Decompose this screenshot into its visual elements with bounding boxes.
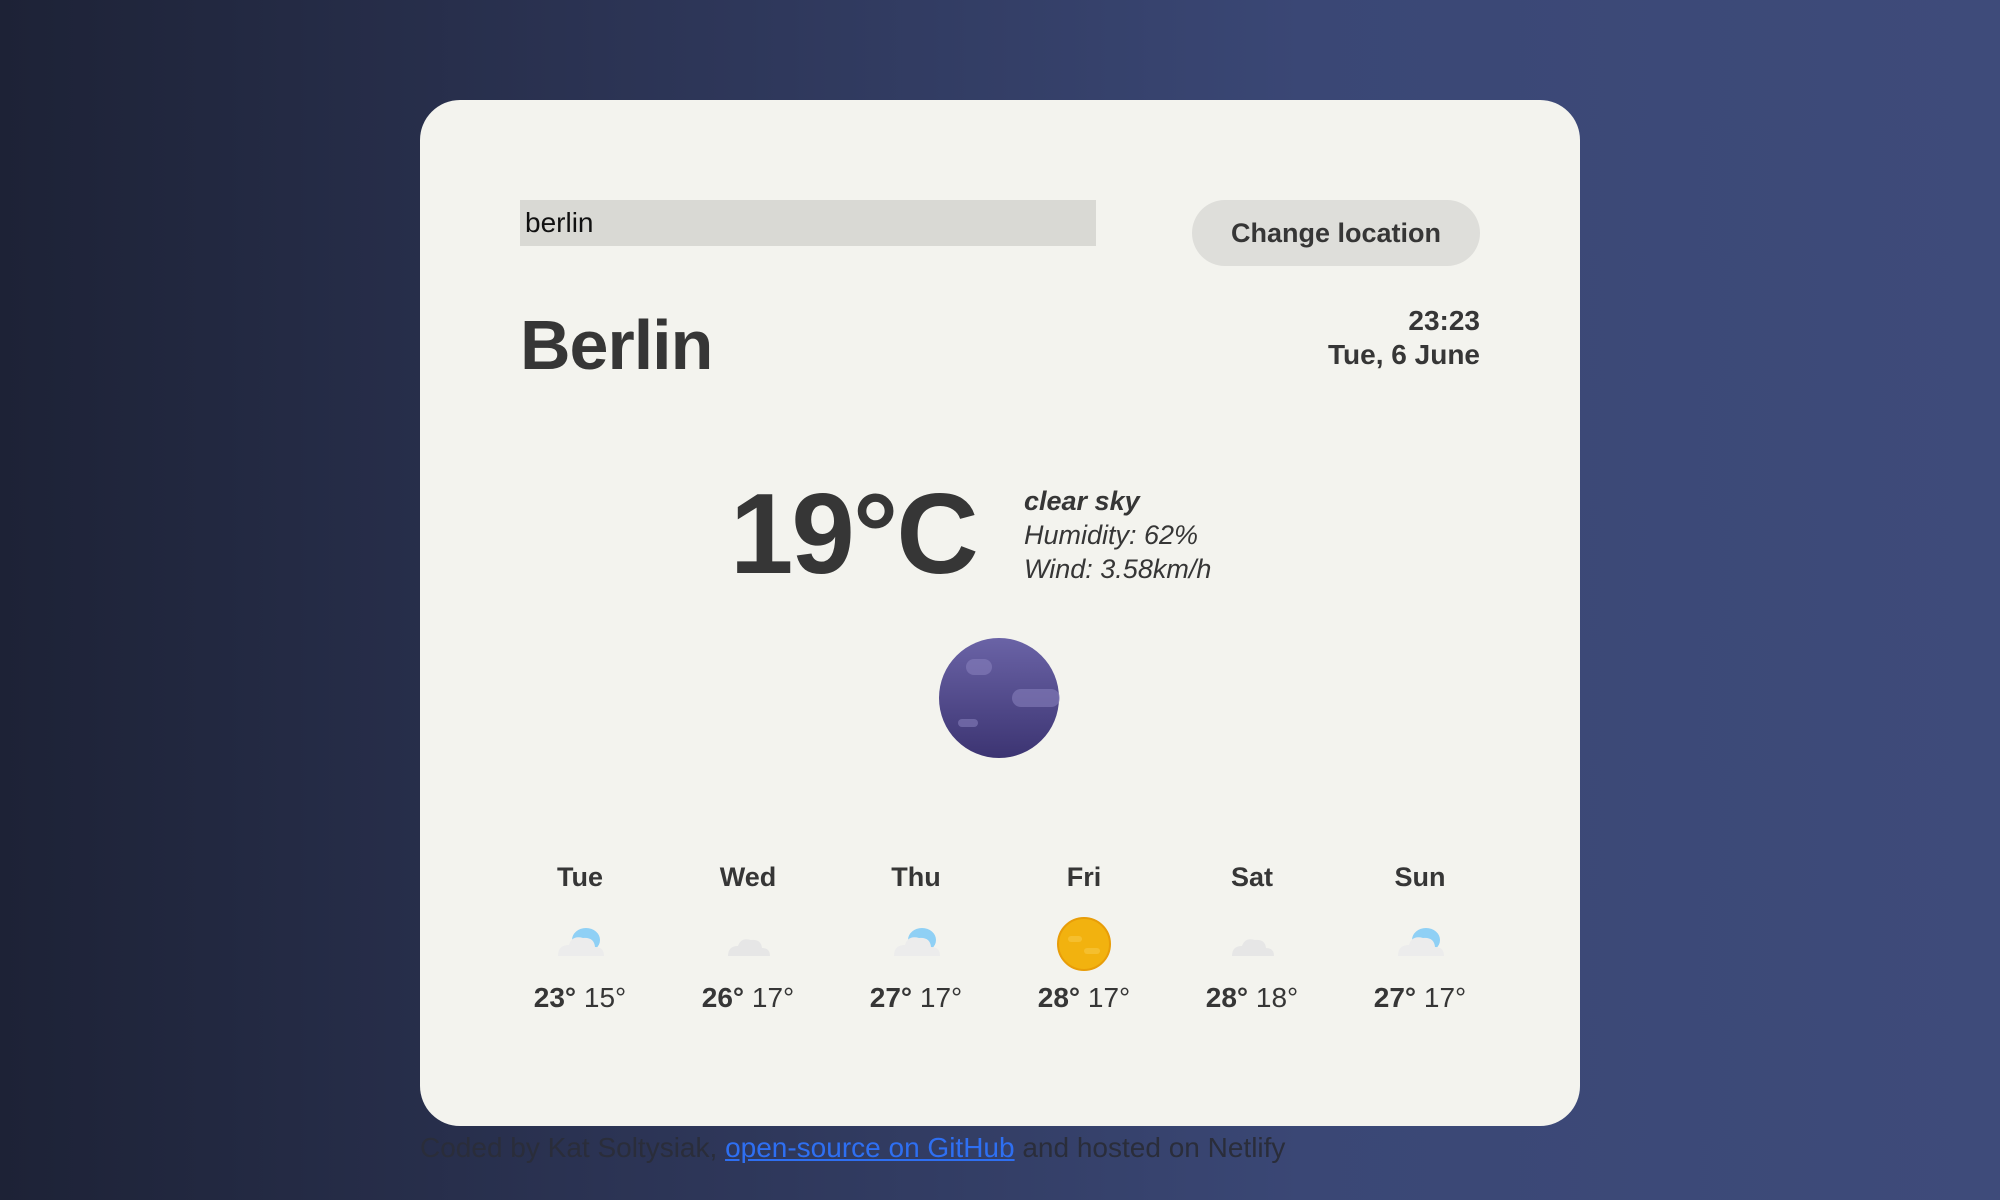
forecast-max: 27° (1373, 982, 1417, 1013)
forecast-temps: 26° 17° (688, 982, 808, 1014)
cloud-icon (894, 928, 940, 956)
weather-card: Change location Berlin 23:23 Tue, 6 June… (420, 100, 1580, 1126)
forecast-temps: 27° 17° (1360, 982, 1480, 1014)
forecast-max: 27° (869, 982, 913, 1013)
cloud-icon (728, 939, 770, 956)
current-conditions: clear sky Humidity: 62% Wind: 3.58km/h (1024, 484, 1211, 586)
forecast-max: 26° (701, 982, 745, 1013)
search-input[interactable] (520, 200, 1096, 246)
forecast-day: Tue 23° 15° (520, 862, 640, 1014)
forecast-day-name: Thu (891, 862, 941, 892)
github-link[interactable]: open-source on GitHub (725, 1132, 1015, 1163)
wind-speed: Wind: 3.58km/h (1024, 554, 1212, 584)
change-location-button[interactable]: Change location (1192, 200, 1480, 266)
forecast-max: 28° (1205, 982, 1249, 1013)
city-name: Berlin (520, 306, 713, 384)
forecast-day: Sun 27° 17° (1360, 862, 1480, 1014)
humidity: Humidity: 62% (1024, 520, 1199, 550)
forecast-min: 18° (1255, 982, 1299, 1013)
sun-icon (1057, 917, 1111, 971)
forecast-temps: 27° 17° (856, 982, 976, 1014)
forecast-temps: 23° 15° (520, 982, 640, 1014)
forecast-max: 28° (1037, 982, 1081, 1013)
forecast-min: 15° (583, 982, 627, 1013)
moon-clear-night-icon (939, 638, 1060, 758)
cloud-icon (1398, 928, 1444, 956)
forecast-day: Sat 28° 18° (1192, 862, 1312, 1014)
footer: Coded by Kat Soltysiak, open-source on G… (420, 1132, 1285, 1164)
forecast-day: Fri 28° 17° (1024, 862, 1144, 1014)
forecast-day-name: Sat (1230, 862, 1274, 892)
forecast-min: 17° (751, 982, 795, 1013)
forecast-temps: 28° 18° (1192, 982, 1312, 1014)
current-date: Tue, 6 June (1328, 339, 1480, 370)
forecast-day-name: Tue (557, 862, 603, 892)
cloud-icon (558, 928, 604, 956)
current-time: 23:23 (1408, 305, 1480, 336)
forecast-day-name: Wed (719, 862, 777, 892)
forecast-min: 17° (1423, 982, 1467, 1013)
forecast-row: Tue 23° 15° Wed 26° 17° Thu 27° 17° Fri … (520, 862, 1480, 1014)
forecast-min: 17° (1087, 982, 1131, 1013)
footer-credit: Coded by Kat Soltysiak, (420, 1132, 718, 1163)
forecast-temps: 28° 17° (1024, 982, 1144, 1014)
cloud-icon (1232, 939, 1274, 956)
footer-hosting: and hosted on Netlify (1022, 1132, 1286, 1163)
weather-description: clear sky (1024, 486, 1140, 516)
current-temperature: 19°C (730, 471, 979, 598)
forecast-day: Thu 27° 17° (856, 862, 976, 1014)
forecast-day-name: Fri (1066, 862, 1102, 892)
forecast-day-name: Sun (1394, 862, 1446, 892)
forecast-day: Wed 26° 17° (688, 862, 808, 1014)
forecast-max: 23° (533, 982, 577, 1013)
date-time: 23:23 Tue, 6 June (1328, 304, 1480, 372)
forecast-min: 17° (919, 982, 963, 1013)
